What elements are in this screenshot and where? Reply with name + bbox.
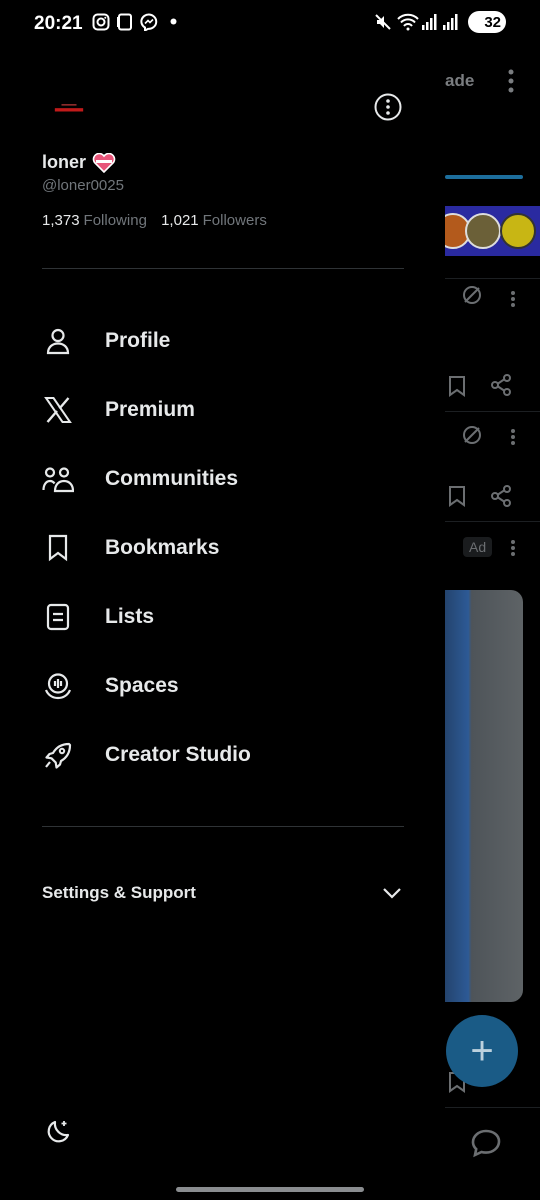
dot-icon (170, 18, 177, 25)
menu-item-label: Creator Studio (105, 743, 251, 766)
home-indicator[interactable] (176, 1187, 364, 1192)
menu-item-lists[interactable]: Lists (42, 592, 402, 642)
mute-icon (375, 14, 391, 30)
background-divider (445, 521, 540, 522)
menu-item-premium[interactable]: Premium (42, 385, 402, 435)
background-banner (435, 206, 540, 256)
share-icon (491, 485, 511, 507)
followers-count: 1,021 (161, 212, 199, 229)
tablet-icon (117, 13, 132, 31)
menu-item-communities[interactable]: Communities (42, 454, 402, 504)
more-options-icon[interactable] (373, 92, 403, 122)
list-icon (42, 601, 74, 633)
background-avatars (435, 213, 536, 249)
person-icon (42, 325, 74, 357)
following-count: 1,373 (42, 212, 80, 229)
more-vertical-icon (511, 540, 515, 556)
instagram-icon (92, 13, 110, 31)
profile-name[interactable]: loner (42, 152, 116, 173)
menu-item-creator-studio[interactable]: Creator Studio (42, 730, 402, 780)
background-header-text: ade (445, 71, 475, 90)
settings-support-toggle[interactable]: Settings & Support (42, 876, 404, 910)
more-vertical-icon (511, 291, 515, 307)
chevron-down-icon (383, 888, 401, 899)
more-vertical-icon (508, 69, 514, 93)
status-bar: 20:21 32 (0, 0, 540, 46)
divider (42, 268, 404, 269)
communities-icon (42, 463, 74, 495)
bookmark-icon (449, 486, 465, 507)
profile-name-text: loner (42, 152, 87, 172)
background-divider (445, 278, 540, 279)
background-divider (445, 411, 540, 412)
spaces-icon (42, 670, 74, 702)
profile-avatar[interactable] (52, 104, 86, 114)
followers-label: Followers (202, 212, 267, 229)
mute-conversation-icon (463, 286, 481, 304)
rocket-icon (42, 739, 74, 771)
menu-item-label: Profile (105, 329, 171, 352)
signal-icon (422, 14, 437, 30)
mute-conversation-icon (463, 426, 481, 444)
wifi-icon (397, 13, 419, 31)
followers-link[interactable]: 1,021 Followers (161, 212, 267, 229)
settings-support-label: Settings & Support (42, 883, 196, 902)
follow-stats: 1,373 Following 1,021 Followers (42, 212, 267, 229)
more-vertical-icon (511, 429, 515, 445)
profile-handle: @loner0025 (42, 177, 124, 194)
divider (42, 826, 404, 827)
status-time: 20:21 (34, 13, 83, 34)
menu-item-bookmarks[interactable]: Bookmarks (42, 523, 402, 573)
battery-icon: 32 (468, 11, 506, 33)
menu-item-spaces[interactable]: Spaces (42, 661, 402, 711)
background-divider (445, 1107, 540, 1108)
plus-icon: + (470, 1029, 494, 1073)
bookmark-icon (42, 532, 74, 564)
messages-icon[interactable] (470, 1128, 502, 1158)
bookmark-icon (449, 376, 465, 397)
menu-item-profile[interactable]: Profile (42, 316, 402, 366)
menu-item-label: Spaces (105, 674, 179, 697)
compose-fab-button[interactable]: + (446, 1015, 518, 1087)
background-ad-image (445, 590, 523, 1002)
messenger-icon (140, 13, 158, 31)
menu-item-label: Bookmarks (105, 536, 220, 559)
menu-item-label: Premium (105, 398, 195, 421)
menu-item-label: Lists (105, 605, 155, 628)
background-tab-indicator (445, 175, 523, 179)
menu-item-label: Communities (105, 467, 239, 490)
heart-icon (92, 152, 116, 173)
theme-moon-icon[interactable] (42, 1118, 72, 1148)
share-icon (491, 374, 511, 396)
signal-icon (443, 14, 458, 30)
following-link[interactable]: 1,373 Following (42, 212, 157, 229)
x-logo-icon (42, 394, 74, 426)
navigation-drawer: loner @loner0025 1,373 Following 1,021 Fol… (0, 46, 445, 1200)
ad-badge: Ad (463, 537, 493, 557)
following-label: Following (83, 212, 147, 229)
